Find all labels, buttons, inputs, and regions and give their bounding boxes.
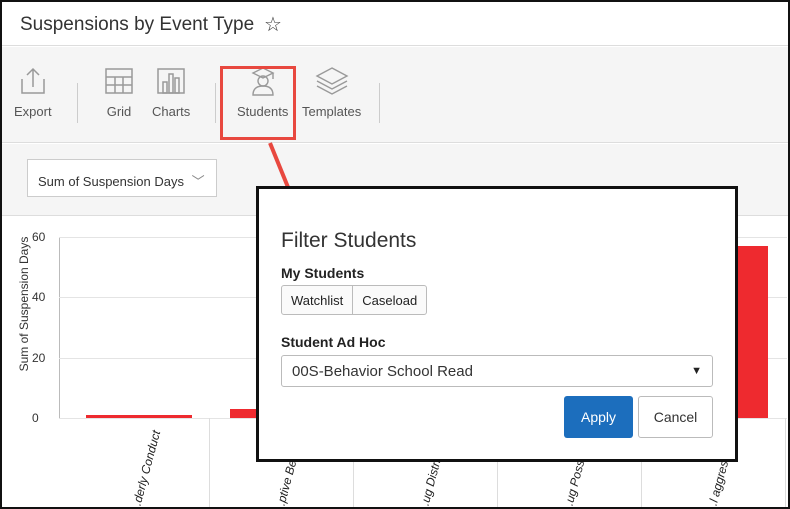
watchlist-button[interactable]: Watchlist	[282, 286, 352, 314]
caret-down-icon: ▼	[691, 365, 702, 377]
my-students-toggle: Watchlist Caseload	[281, 285, 428, 315]
filter-students-modal: Filter Students My Students Watchlist Ca…	[256, 186, 738, 462]
my-students-label: My Students	[281, 265, 365, 281]
student-ad-hoc-select[interactable]: 00S-Behavior School Read ▼	[281, 355, 713, 387]
cancel-button[interactable]: Cancel	[638, 396, 713, 438]
student-ad-hoc-label: Student Ad Hoc	[281, 334, 386, 350]
report-window: Suspensions by Event Type ☆ Export Grid	[0, 0, 790, 509]
caseload-button[interactable]: Caseload	[352, 286, 426, 314]
student-ad-hoc-value: 00S-Behavior School Read	[292, 363, 473, 380]
modal-title: Filter Students	[281, 229, 417, 252]
apply-button[interactable]: Apply	[564, 396, 633, 438]
